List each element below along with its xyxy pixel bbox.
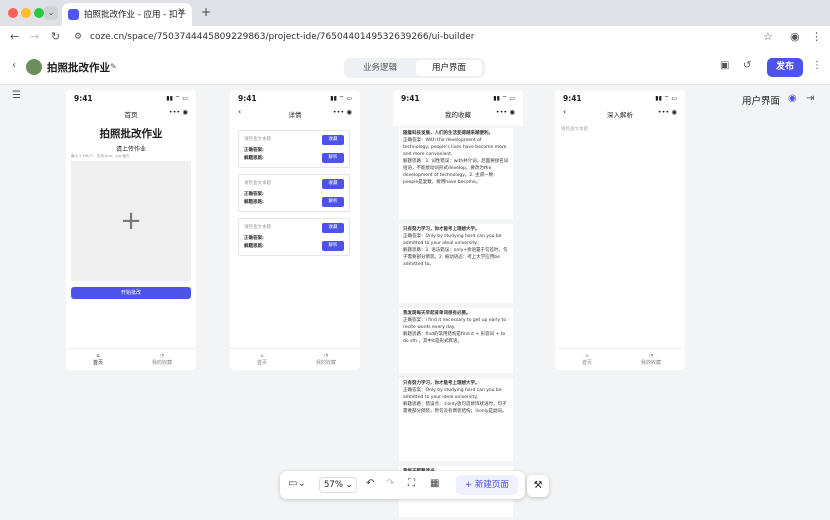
tab-home[interactable]: ⌂ 首页 — [242, 353, 282, 366]
device-select-icon[interactable]: ▭⌄ — [288, 478, 306, 489]
favorite-item[interactable]: 只有努力学习，你才能考上理想大学。 正确答案：Only by studying … — [399, 224, 513, 306]
site-info-icon[interactable]: ⚙ — [74, 32, 82, 42]
explain-button[interactable]: 解析 — [322, 241, 344, 251]
minimize-window-button[interactable] — [21, 8, 31, 18]
tools-icon[interactable]: ⚒ — [527, 475, 549, 497]
sidebar-toggle-icon[interactable]: ☰ — [12, 90, 21, 101]
upload-area-plus-icon[interactable]: + — [71, 161, 191, 281]
preview-icon[interactable]: ▣ — [720, 60, 729, 71]
new-tab-icon[interactable]: + — [201, 5, 211, 19]
app-name: 拍照批改作业 — [47, 62, 110, 74]
grid-icon[interactable]: ▦ — [430, 478, 439, 489]
url-field[interactable]: coze.cn/space/7503744445809229863/projec… — [90, 32, 474, 42]
capsule-menu-icon[interactable]: ••• ◉ — [496, 108, 515, 116]
explain-button[interactable]: 解析 — [322, 153, 344, 163]
app-avatar — [26, 59, 42, 75]
bottom-tab-bar: ⌂ 首页 ◔ 我的收藏 — [66, 348, 196, 370]
layer-icon[interactable]: ◉ — [788, 93, 797, 104]
bottom-tab-bar: ⌂ 首页 ◔ 我的收藏 — [555, 348, 685, 370]
collect-button[interactable]: 收藏 — [322, 135, 344, 145]
back-icon[interactable]: ← — [10, 30, 19, 43]
bookmark-star-icon[interactable]: ☆ — [763, 30, 773, 43]
screen-detail[interactable]: 9:41 ▮▮ ⌔ ▭ ‹ 详情 ••• ◉ 请检查文本题 正确答案: 解题思路… — [230, 90, 360, 370]
browser-tab-bar: ⌄ 拍照批改作业 - 应用 - 扣子 ✕ + — [0, 0, 830, 26]
favorite-item[interactable]: 我发现每天早起背单词很有必要。 正确答案：I find it necessary… — [399, 308, 513, 376]
undo-icon[interactable]: ↶ — [366, 478, 374, 489]
explain-button[interactable]: 解析 — [322, 197, 344, 207]
screen-deep-analysis[interactable]: 9:41 ▮▮ ⌔ ▭ ‹ 深入解析 ••• ◉ 请检查文本题 ⌂ 首页 ◔ 我的收… — [555, 90, 685, 370]
browser-menu-icon[interactable]: ⋮ — [811, 30, 822, 43]
status-icons: ▮▮ ⌔ ▭ — [655, 95, 677, 102]
capsule-menu-icon[interactable]: ••• ◉ — [658, 108, 677, 116]
upload-label: 请上传作业 — [115, 146, 146, 153]
collect-button[interactable]: 收藏 — [322, 223, 344, 233]
forward-icon[interactable]: → — [30, 30, 39, 43]
coze-favicon-icon — [68, 9, 79, 20]
status-icons: ▮▮ ⌔ ▭ — [330, 95, 352, 102]
tab-favorites[interactable]: ◔ 我的收藏 — [631, 353, 671, 366]
more-icon[interactable]: ⋮ — [812, 60, 822, 71]
tab-home[interactable]: ⌂ 首页 — [78, 353, 118, 366]
tab-close-icon[interactable]: ✕ — [177, 7, 185, 17]
publish-button[interactable]: 发布 — [767, 58, 803, 77]
tab-business-logic[interactable]: 业务逻辑 — [348, 60, 412, 76]
question-card: 请检查文本题 正确答案: 解题思路: 收藏 解析 — [238, 218, 350, 256]
canvas-toolbar: ▭⌄ 57% ⌄ ↶ ↷ ⛶ ▦ + 新建页面 — [280, 471, 525, 499]
home-heading: 拍照批改作业 — [99, 128, 163, 140]
zoom-select[interactable]: 57% ⌄ — [319, 477, 357, 493]
screen-favorites[interactable]: 9:41 ▮▮ ⌔ ▭ 我的收藏 ••• ◉ 随着科技发展，人们的生活变得越来越… — [393, 90, 523, 520]
collect-button[interactable]: 收藏 — [322, 179, 344, 189]
status-icons: ▮▮ ⌔ ▭ — [493, 95, 515, 102]
start-correction-button[interactable]: 开始批改 — [71, 287, 191, 299]
new-page-button[interactable]: + 新建页面 — [456, 475, 518, 495]
status-time: 9:41 — [401, 94, 420, 103]
mode-switch: 业务逻辑 用户界面 — [344, 58, 485, 78]
screen-home[interactable]: 9:41 ▮▮ ⌔ ▭ 首页 ••• ◉ 拍照批改作业 请上传作业 最大 5 M… — [66, 90, 196, 370]
tab-home[interactable]: ⌂ 首页 — [567, 353, 607, 366]
tab-user-interface[interactable]: 用户界面 — [416, 60, 482, 76]
capsule-menu-icon[interactable]: ••• ◉ — [333, 108, 352, 116]
history-icon[interactable]: ↺ — [743, 60, 751, 71]
question-card: 请检查文本题 正确答案: 解题思路: 收藏 解析 — [238, 130, 350, 168]
question-card: 请检查文本题 正确答案: 解题思路: 收藏 解析 — [238, 174, 350, 212]
back-chevron-icon[interactable]: ‹ — [12, 60, 16, 71]
fit-screen-icon[interactable]: ⛶ — [408, 478, 415, 489]
close-window-button[interactable] — [8, 8, 18, 18]
tab-title: 拍照批改作业 - 应用 - 扣子 — [84, 10, 186, 20]
content-placeholder: 请检查文本题 — [561, 127, 588, 132]
capsule-menu-icon[interactable]: ••• ◉ — [169, 108, 188, 116]
maximize-window-button[interactable] — [34, 8, 44, 18]
reload-icon[interactable]: ↻ — [51, 30, 60, 43]
app-header: ‹ 拍照批改作业 ✎ 业务逻辑 用户界面 ▣ ↺ 发布 ⋮ — [0, 50, 830, 85]
panel-label: 用户界面 — [742, 96, 781, 107]
favorite-item[interactable]: 随着科技发展，人们的生活变得越来越便利。 正确答案：With the devel… — [399, 128, 513, 222]
tab-list-chevron-icon[interactable]: ⌄ — [44, 6, 58, 20]
status-time: 9:41 — [563, 94, 582, 103]
bottom-tab-bar: ⌂ 首页 ◔ 我的收藏 — [230, 348, 360, 370]
browser-tab[interactable]: 拍照批改作业 - 应用 - 扣子 ✕ — [62, 3, 192, 26]
tab-favorites[interactable]: ◔ 我的收藏 — [142, 353, 182, 366]
status-time: 9:41 — [74, 94, 93, 103]
edit-icon[interactable]: ✎ — [110, 62, 117, 71]
status-icons: ▮▮ ⌔ ▭ — [166, 95, 188, 102]
status-time: 9:41 — [238, 94, 257, 103]
favorite-item[interactable]: 只有努力学习，你才能考上理想大学。 正确答案：Only by studying … — [399, 378, 513, 464]
profile-icon[interactable]: ◉ — [790, 30, 800, 43]
coze-ui-builder: ‹ 拍照批改作业 ✎ 业务逻辑 用户界面 ▣ ↺ 发布 ⋮ ☰ 用户界面 ◉ ⇥… — [0, 50, 830, 520]
tab-favorites[interactable]: ◔ 我的收藏 — [306, 353, 346, 366]
redo-icon[interactable]: ↷ — [386, 478, 394, 489]
collapse-panel-icon[interactable]: ⇥ — [806, 93, 814, 104]
address-bar-row: ← → ↻ ⚙ coze.cn/space/750374444580922986… — [0, 26, 830, 50]
upload-hint: 最大 5 MB/个，支持 png、jpg 格式 — [71, 154, 130, 158]
